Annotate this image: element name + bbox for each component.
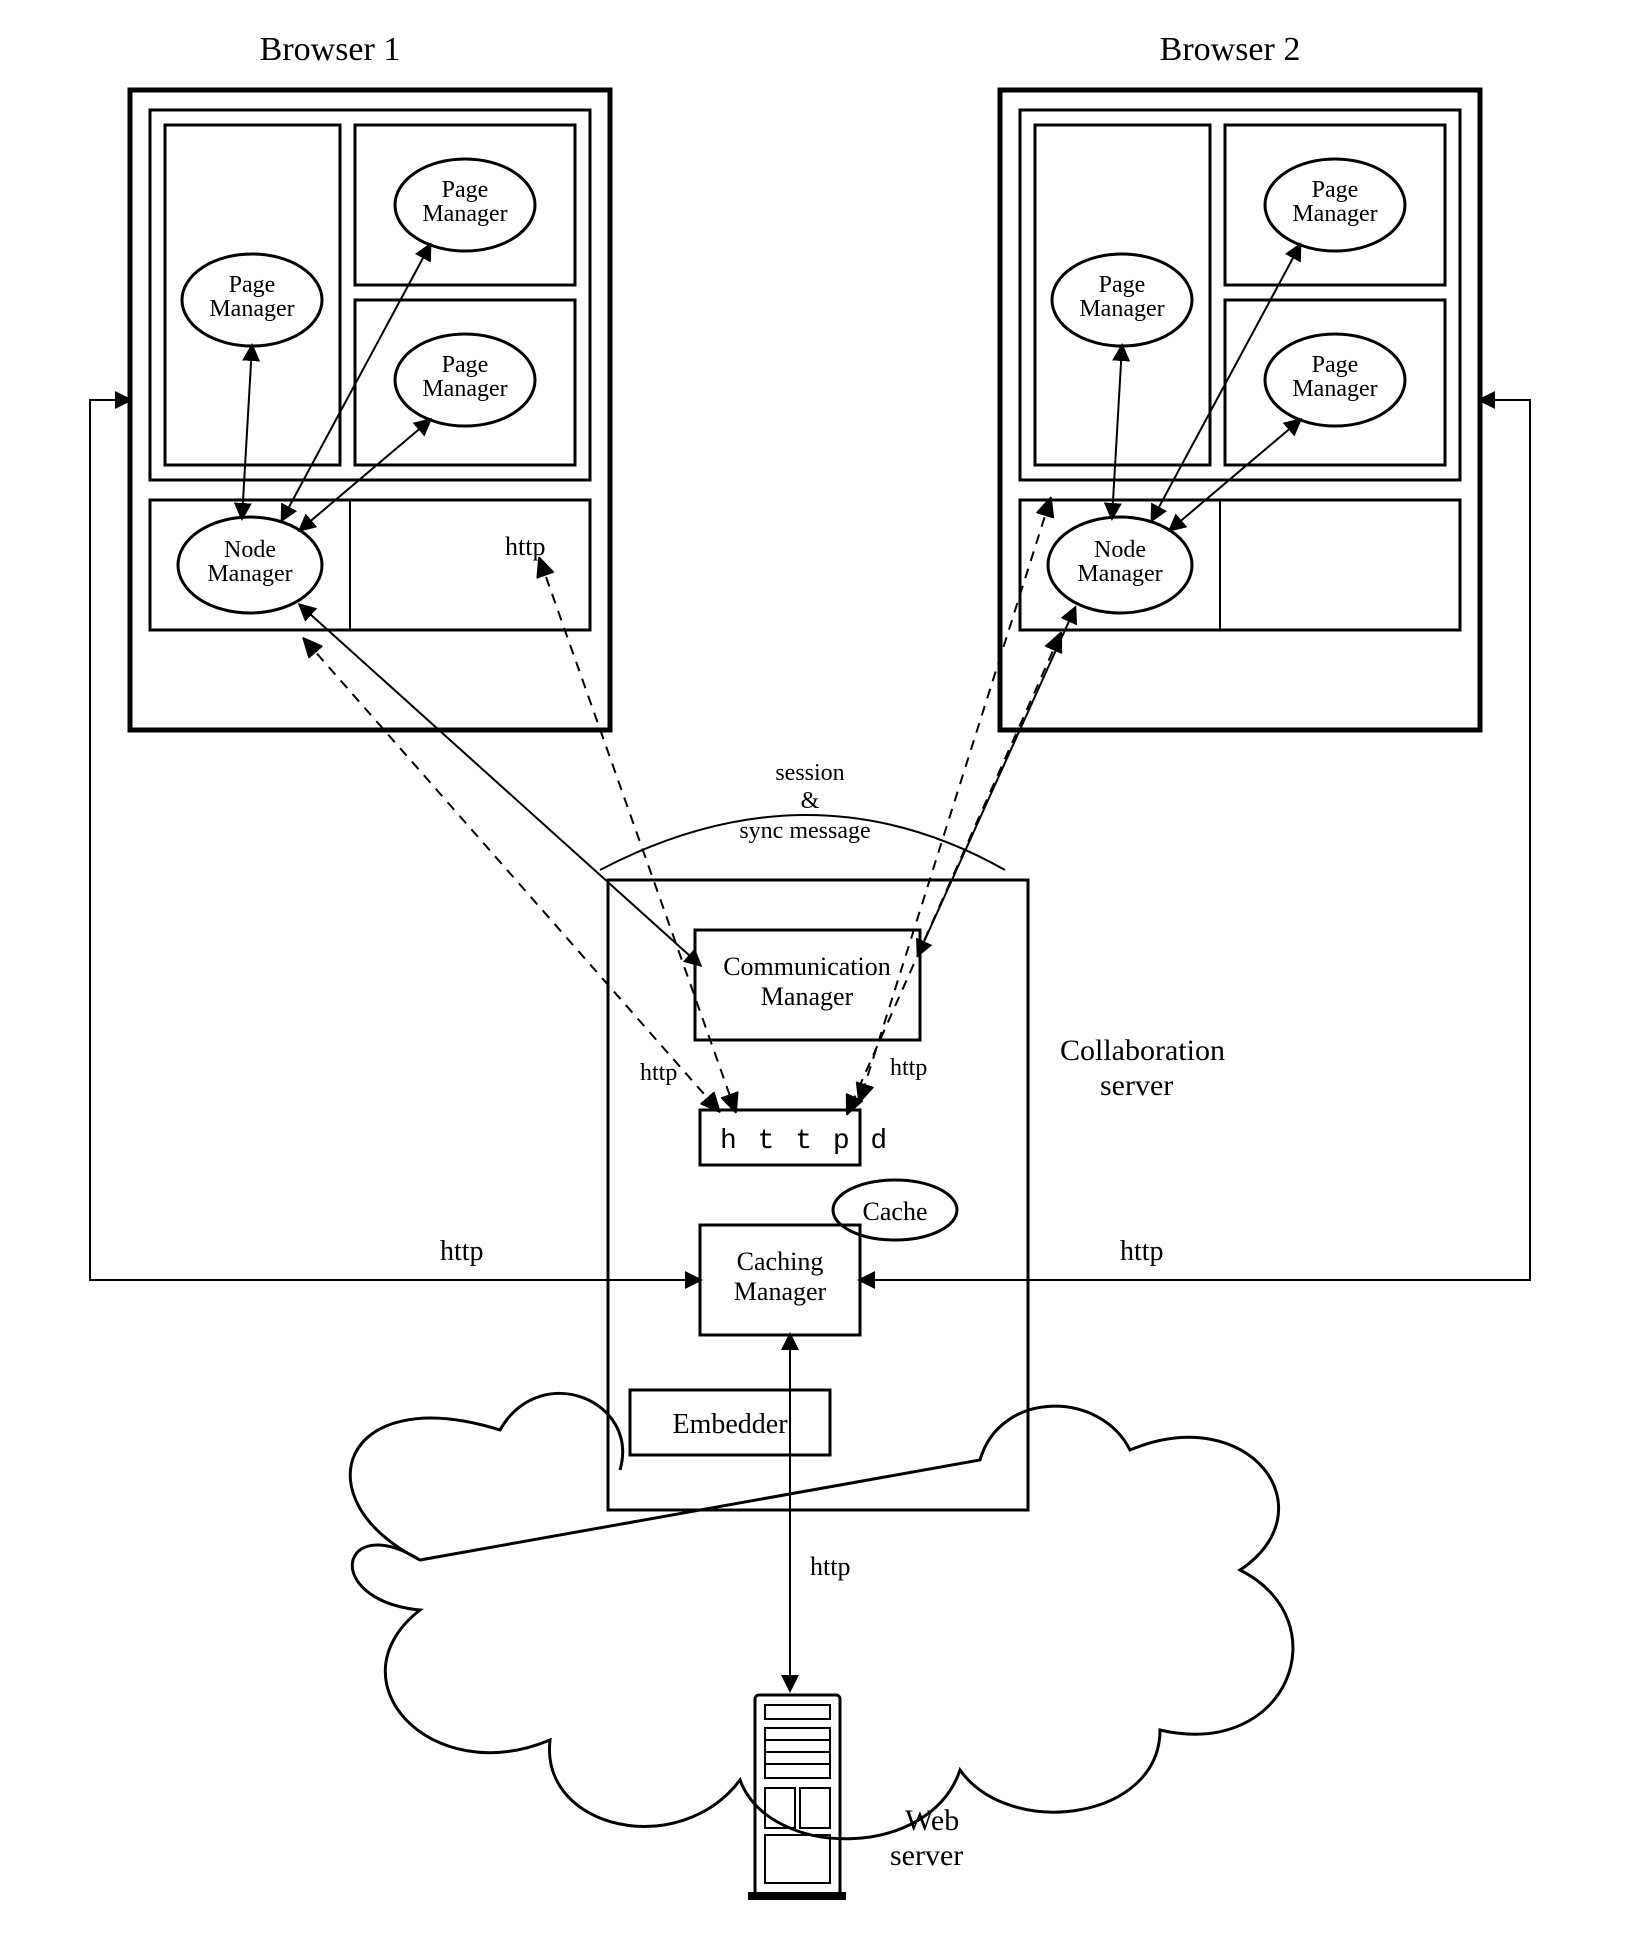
amp-label: & (801, 788, 820, 814)
http-outer-left: http (440, 1236, 484, 1267)
internet-cloud (350, 1393, 1293, 1838)
svg-text:Manager: Manager (422, 201, 507, 227)
svg-text:Manager: Manager (1079, 296, 1164, 322)
http-outer-right: http (1120, 1236, 1164, 1267)
node-manager-b1: Node Manager (178, 517, 322, 613)
sync-label: sync message (739, 818, 870, 844)
http-bottom: http (810, 1552, 850, 1581)
svg-text:Manager: Manager (207, 561, 292, 587)
collab-server: Collaboration server Communication Manag… (608, 880, 1225, 1510)
svg-text:Page: Page (442, 177, 489, 203)
svg-text:Page: Page (1312, 177, 1359, 203)
svg-text:Manager: Manager (734, 1277, 827, 1306)
session-label: session (775, 760, 844, 786)
svg-text:Node: Node (224, 537, 276, 563)
svg-text:Manager: Manager (209, 296, 294, 322)
web-server-label-2: server (890, 1839, 963, 1872)
http-right-diag: http (890, 1055, 927, 1081)
cache-label: Cache (863, 1197, 928, 1226)
svg-text:Communication: Communication (723, 952, 891, 981)
svg-text:Manager: Manager (1292, 201, 1377, 227)
browser-2-title: Browser 2 (1160, 31, 1301, 68)
svg-text:Manager: Manager (1292, 376, 1377, 402)
browser-1: Page Manager Page Manager Page Manager N… (130, 90, 610, 730)
svg-text:Node: Node (1094, 537, 1146, 563)
embedder-label: Embedder (672, 1409, 788, 1440)
page-manager-b2-left: Page Manager (1052, 254, 1192, 346)
svg-text:Page: Page (1099, 272, 1146, 298)
svg-text:Caching: Caching (737, 1247, 824, 1276)
collab-server-label-1: Collaboration (1060, 1034, 1225, 1067)
page-manager-b2-rt: Page Manager (1265, 159, 1405, 251)
architecture-diagram: Browser 1 Page Manager Page Manager Page… (0, 0, 1629, 1947)
http-left-diag: http (640, 1060, 677, 1086)
svg-text:Manager: Manager (761, 982, 854, 1011)
browser-2: Page Manager Page Manager Page Manager N… (1000, 90, 1480, 730)
page-manager-b2-rb: Page Manager (1265, 334, 1405, 426)
svg-text:Page: Page (442, 352, 489, 378)
browser-1-title: Browser 1 (260, 31, 401, 68)
collab-server-label-2: server (1100, 1069, 1173, 1102)
svg-text:Page: Page (229, 272, 276, 298)
svg-text:Manager: Manager (422, 376, 507, 402)
svg-text:Page: Page (1312, 352, 1359, 378)
httpd-label: h t t p d (720, 1126, 889, 1157)
page-manager-b1-rt: Page Manager (395, 159, 535, 251)
http-label-b1: http (505, 532, 545, 561)
page-manager-b1-left: Page Manager (182, 254, 322, 346)
web-server-label-1: Web (905, 1804, 959, 1837)
svg-text:Manager: Manager (1077, 561, 1162, 587)
node-manager-b2: Node Manager (1048, 517, 1192, 613)
page-manager-b1-rb: Page Manager (395, 334, 535, 426)
web-server: Web server (748, 1695, 963, 1900)
